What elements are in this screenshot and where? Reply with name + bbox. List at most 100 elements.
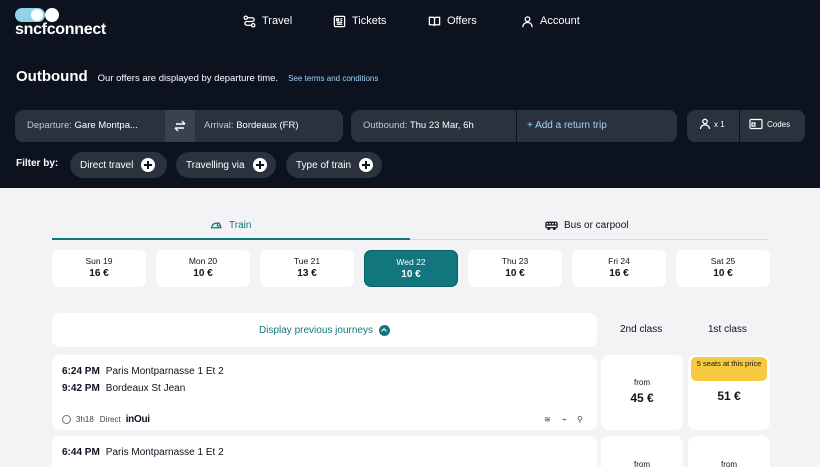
arrival-time: 9:42 PM [62, 383, 100, 394]
nav-offers[interactable]: Offers [428, 13, 477, 29]
tab-train-label: Train [229, 219, 252, 231]
departure-time: 6:44 PM [62, 447, 100, 458]
route-field: Departure: Gare Montpa... Arrival: Borde… [15, 110, 343, 142]
from-label: from [721, 460, 737, 467]
header: sncfconnect Travel Tickets Offers Accoun… [0, 0, 820, 188]
nav-offers-label: Offers [447, 15, 477, 27]
journey-card[interactable]: 6:44 PM Paris Montparnasse 1 Et 2 [52, 436, 597, 467]
tab-train[interactable]: Train [210, 218, 251, 232]
nav-tickets[interactable]: Tickets [333, 13, 386, 29]
arrival-label: Arrival: [204, 120, 234, 131]
filter-label: Filter by: [16, 158, 59, 169]
date-tile-price: 16 € [89, 268, 109, 279]
arrival-value: Bordeaux (FR) [236, 120, 299, 131]
date-tile-day: Fri 24 [608, 256, 630, 266]
filter-type-of-train[interactable]: Type of train [286, 152, 382, 178]
departure-label: Departure: [27, 120, 72, 131]
nav-tickets-label: Tickets [352, 15, 387, 27]
second-class-header: 2nd class [620, 324, 663, 335]
first-class-header: 1st class [708, 324, 747, 335]
page-title: Outbound [16, 68, 88, 85]
date-tile[interactable]: Sat 25 10 € [676, 250, 770, 287]
journey-duration: 3h18 [76, 415, 94, 424]
date-tile-price: 13 € [297, 268, 317, 279]
route-icon [243, 14, 256, 28]
plus-icon [252, 158, 267, 172]
tab-bus-carpool[interactable]: Bus or carpool [545, 218, 628, 232]
seats-left-badge: 5 seats at this price [691, 357, 767, 381]
page-subtitle: Our offers are displayed by departure ti… [97, 73, 279, 84]
logo-text: sncfconnect [15, 21, 106, 38]
arrival-station: Bordeaux St Jean [105, 383, 186, 394]
departure-value: Gare Montpa... [74, 120, 138, 131]
journey-card[interactable]: 6:24 PM Paris Montparnasse 1 Et 2 9:42 PM… [52, 355, 597, 430]
date-tile[interactable]: Fri 24 16 € [572, 250, 666, 287]
date-field: Outbound: Thu 23 Mar, 6h + Add a return … [351, 110, 677, 142]
arrival-field[interactable]: Arrival: Bordeaux (FR) [204, 120, 299, 131]
codes-button[interactable]: Codes [749, 118, 790, 130]
journey-type: Direct [99, 415, 121, 424]
from-label: from [634, 378, 650, 387]
filter-chip-label: Type of train [296, 159, 352, 171]
nav-account[interactable]: Account [521, 13, 580, 29]
book-icon [428, 16, 441, 26]
departure-field[interactable]: Departure: Gare Montpa... [27, 120, 138, 131]
date-tile-price: 10 € [193, 268, 213, 279]
departure-line: 6:44 PM Paris Montparnasse 1 Et 2 [62, 447, 224, 458]
date-tile-day: Sat 25 [710, 256, 736, 266]
price-second-class[interactable]: from [601, 436, 683, 467]
train-icon [210, 222, 222, 229]
passenger-count: x 1 [714, 119, 725, 129]
price-first-class[interactable]: 5 seats at this price 51 € [688, 355, 770, 430]
tab-divider [410, 239, 768, 240]
departure-station: Paris Montparnasse 1 Et 2 [105, 366, 224, 377]
price-first-class[interactable]: from [688, 436, 770, 467]
ticket-icon [333, 15, 346, 27]
departure-time: 6:24 PM [62, 366, 100, 377]
plus-icon [141, 158, 156, 172]
journey-meta: 3h18 Direct inOui [62, 414, 150, 425]
outbound-field[interactable]: Outbound: Thu 23 Mar, 6h [363, 120, 474, 131]
date-tile-day: Sun 19 [85, 256, 113, 266]
filter-chip-label: Direct travel [80, 159, 134, 171]
passenger-icon [699, 118, 711, 130]
date-tile-day: Mon 20 [188, 256, 218, 266]
passenger-codes-field: x 1 Codes [687, 110, 805, 142]
plus-icon [359, 158, 374, 172]
date-tile[interactable]: Mon 20 10 € [156, 250, 250, 287]
date-tile[interactable]: Tue 21 13 € [260, 250, 354, 287]
price-second-class[interactable]: from 45 € [601, 355, 683, 430]
price-value: 51 € [717, 389, 741, 403]
active-tab-indicator [52, 238, 410, 240]
card-icon [749, 118, 763, 130]
passengers-button[interactable]: x 1 [699, 118, 725, 130]
date-tile-price: 16 € [609, 268, 629, 279]
arrival-line: 9:42 PM Bordeaux St Jean [62, 383, 185, 394]
filter-direct-travel[interactable]: Direct travel [70, 152, 167, 178]
date-tile-day: Thu 23 [501, 256, 529, 266]
filter-travelling-via[interactable]: Travelling via [176, 152, 276, 178]
plug-icon: ⌁ [562, 415, 567, 424]
chevron-up-icon [378, 324, 390, 336]
nav-travel-label: Travel [262, 15, 293, 27]
codes-label: Codes [767, 119, 791, 129]
add-return-trip-button[interactable]: + Add a return trip [527, 120, 607, 131]
date-tile-price: 10 € [713, 268, 733, 279]
tab-bus-label: Bus or carpool [564, 219, 629, 231]
departure-station: Paris Montparnasse 1 Et 2 [105, 447, 224, 458]
bus-icon [545, 221, 558, 230]
sncf-connect-logo[interactable]: sncfconnect [15, 8, 110, 38]
terms-link[interactable]: See terms and conditions [288, 74, 378, 83]
date-tile-selected[interactable]: Wed 22 10 € [364, 250, 458, 287]
nav-account-label: Account [540, 15, 580, 27]
date-tile-price: 10 € [505, 268, 525, 279]
outbound-label: Outbound: [363, 120, 408, 131]
filter-chip-label: Travelling via [186, 159, 245, 171]
date-tile[interactable]: Sun 19 16 € [52, 250, 146, 287]
display-previous-journeys-button[interactable]: Display previous journeys [52, 313, 597, 347]
nav-travel[interactable]: Travel [243, 13, 292, 29]
bike-icon: ⚲ [577, 415, 583, 424]
date-tile[interactable]: Thu 23 10 € [468, 250, 562, 287]
swap-button[interactable] [165, 110, 195, 142]
outbound-value: Thu 23 Mar, 6h [409, 120, 474, 131]
